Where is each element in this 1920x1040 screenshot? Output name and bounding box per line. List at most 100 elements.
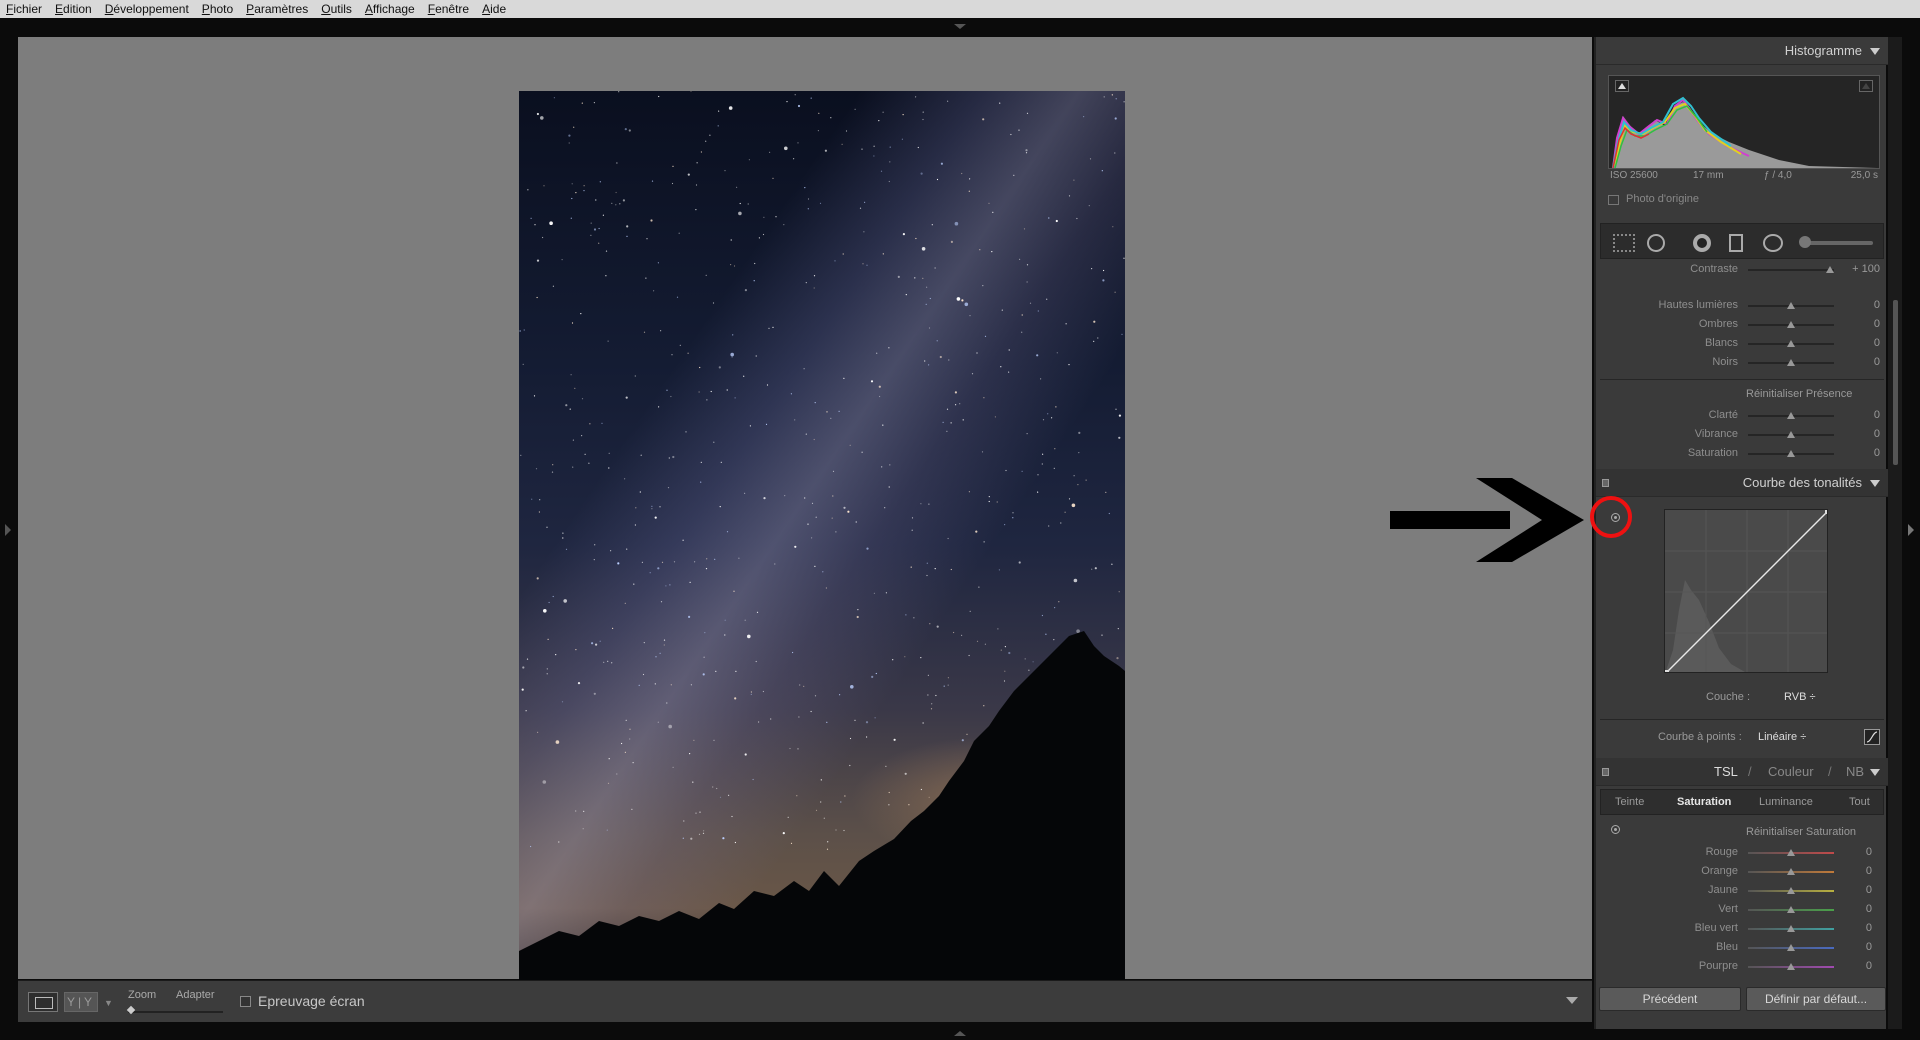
set-default-button[interactable]: Définir par défaut... xyxy=(1746,987,1886,1011)
zoom-slider[interactable] xyxy=(128,1011,223,1013)
menu-item-7[interactable]: Fenêtre xyxy=(428,2,469,16)
radial-filter-icon[interactable] xyxy=(1763,234,1783,252)
star-dot xyxy=(607,782,610,784)
star-dot xyxy=(666,389,668,391)
slider-value[interactable]: 0 xyxy=(1832,941,1872,953)
before-after-dropdown-icon[interactable]: ▼ xyxy=(104,998,113,1008)
star-dot xyxy=(839,694,841,696)
slider-value[interactable]: 0 xyxy=(1840,409,1880,421)
menu-item-8[interactable]: Aide xyxy=(482,2,506,16)
right-panel-toggle-icon[interactable] xyxy=(1908,524,1914,536)
menu-item-3[interactable]: Photo xyxy=(202,2,233,16)
slider-knob[interactable] xyxy=(1787,944,1795,951)
star-dot xyxy=(1115,98,1117,100)
menu-item-1[interactable]: Edition xyxy=(55,2,92,16)
slider-value[interactable]: 0 xyxy=(1832,960,1872,972)
loupe-view-button[interactable] xyxy=(28,992,58,1012)
menu-item-6[interactable]: Affichage xyxy=(365,2,415,16)
menu-item-0[interactable]: Fichier xyxy=(6,2,42,16)
star-dot xyxy=(574,387,576,389)
slider-row: Clarté 0 xyxy=(1596,407,1888,423)
slider-knob[interactable] xyxy=(1787,925,1795,932)
highlight-clipping-icon[interactable] xyxy=(1859,80,1873,92)
tab-bw[interactable]: NB xyxy=(1846,764,1864,779)
slider-knob[interactable] xyxy=(1787,431,1795,438)
slider-value[interactable]: 0 xyxy=(1832,903,1872,915)
reset-saturation-label[interactable]: Réinitialiser Saturation xyxy=(1746,826,1856,838)
toolbar-options-dropdown-icon[interactable] xyxy=(1566,997,1578,1004)
slider-value[interactable]: 0 xyxy=(1840,428,1880,440)
slider-value[interactable]: 0 xyxy=(1832,865,1872,877)
star-dot xyxy=(522,363,524,365)
subtab-all[interactable]: Tout xyxy=(1849,796,1870,808)
hsl-header[interactable]: TSL / Couleur / NB xyxy=(1596,758,1888,786)
original-photo-checkbox[interactable] xyxy=(1608,195,1619,205)
targeted-adjustment-icon[interactable] xyxy=(1611,825,1620,834)
top-panel-toggle-icon[interactable] xyxy=(954,24,966,29)
soft-proofing-checkbox[interactable] xyxy=(240,996,251,1007)
star-dot xyxy=(988,500,990,503)
crop-grid-icon[interactable] xyxy=(1613,234,1635,252)
panel-scrollbar[interactable] xyxy=(1888,37,1902,1029)
photo-milky-way[interactable] xyxy=(519,91,1125,999)
shadow-clipping-icon[interactable] xyxy=(1615,80,1629,92)
slider-knob[interactable] xyxy=(1787,868,1795,875)
tone-curve-graph[interactable] xyxy=(1664,509,1828,673)
subtab-hue[interactable]: Teinte xyxy=(1615,796,1644,808)
spot-removal-icon[interactable] xyxy=(1693,234,1711,252)
star-dot xyxy=(983,541,985,543)
collapse-triangle-icon[interactable] xyxy=(1870,769,1880,776)
slider-knob[interactable] xyxy=(1787,887,1795,894)
adjustment-brush-icon[interactable] xyxy=(1799,236,1873,248)
before-after-button[interactable]: Y|Y xyxy=(64,992,98,1012)
menu-item-2[interactable]: Développement xyxy=(105,2,189,16)
slider-value[interactable]: 0 xyxy=(1832,846,1872,858)
collapse-triangle-icon[interactable] xyxy=(1870,48,1880,55)
star-dot xyxy=(1108,512,1110,515)
bottom-panel-toggle-icon[interactable] xyxy=(954,1031,966,1036)
slider-knob[interactable] xyxy=(1787,906,1795,913)
redeye-icon[interactable] xyxy=(1729,234,1743,252)
histogram-header[interactable]: Histogramme xyxy=(1596,37,1888,65)
slider-value[interactable]: 0 xyxy=(1840,337,1880,349)
left-panel-toggle-icon[interactable] xyxy=(5,524,11,536)
slider-knob[interactable] xyxy=(1825,266,1834,273)
slider-knob[interactable] xyxy=(1787,302,1795,309)
slider-value[interactable]: + 100 xyxy=(1840,263,1880,275)
channel-select[interactable]: RVB ÷ xyxy=(1784,691,1816,703)
star-dot xyxy=(971,373,974,375)
slider-knob[interactable] xyxy=(1787,849,1795,856)
panel-toggle-icon[interactable] xyxy=(1602,768,1609,776)
menu-item-5[interactable]: Outils xyxy=(321,2,352,16)
slider-knob[interactable] xyxy=(1787,450,1795,457)
slider-track[interactable] xyxy=(1748,269,1834,271)
subtab-luminance[interactable]: Luminance xyxy=(1759,796,1813,808)
slider-knob[interactable] xyxy=(1787,412,1795,419)
star-dot xyxy=(874,717,876,719)
star-dot xyxy=(991,251,993,253)
subtab-saturation[interactable]: Saturation xyxy=(1677,796,1731,808)
slider-knob[interactable] xyxy=(1787,321,1795,328)
slider-value[interactable]: 0 xyxy=(1840,299,1880,311)
previous-button[interactable]: Précédent xyxy=(1599,987,1741,1011)
star-dot xyxy=(611,202,613,204)
tab-hsl[interactable]: TSL xyxy=(1714,764,1738,779)
collapse-triangle-icon[interactable] xyxy=(1870,480,1880,487)
panel-scrollbar-thumb[interactable] xyxy=(1893,300,1898,465)
slider-value[interactable]: 0 xyxy=(1840,447,1880,459)
crop-overlay-icon[interactable] xyxy=(1647,234,1665,252)
slider-knob[interactable] xyxy=(1787,359,1795,366)
slider-knob[interactable] xyxy=(1787,340,1795,347)
slider-knob[interactable] xyxy=(1787,963,1795,970)
slider-value[interactable]: 0 xyxy=(1840,318,1880,330)
point-curve-select[interactable]: Linéaire ÷ xyxy=(1758,731,1806,743)
tone-curve-header[interactable]: Courbe des tonalités xyxy=(1596,469,1888,497)
slider-value[interactable]: 0 xyxy=(1832,922,1872,934)
reset-presence-label[interactable]: Réinitialiser Présence xyxy=(1746,388,1852,400)
menu-item-4[interactable]: Paramètres xyxy=(246,2,308,16)
tab-color[interactable]: Couleur xyxy=(1768,764,1814,779)
edit-point-curve-icon[interactable] xyxy=(1864,729,1880,745)
panel-toggle-icon[interactable] xyxy=(1602,479,1609,487)
slider-value[interactable]: 0 xyxy=(1840,356,1880,368)
slider-value[interactable]: 0 xyxy=(1832,884,1872,896)
